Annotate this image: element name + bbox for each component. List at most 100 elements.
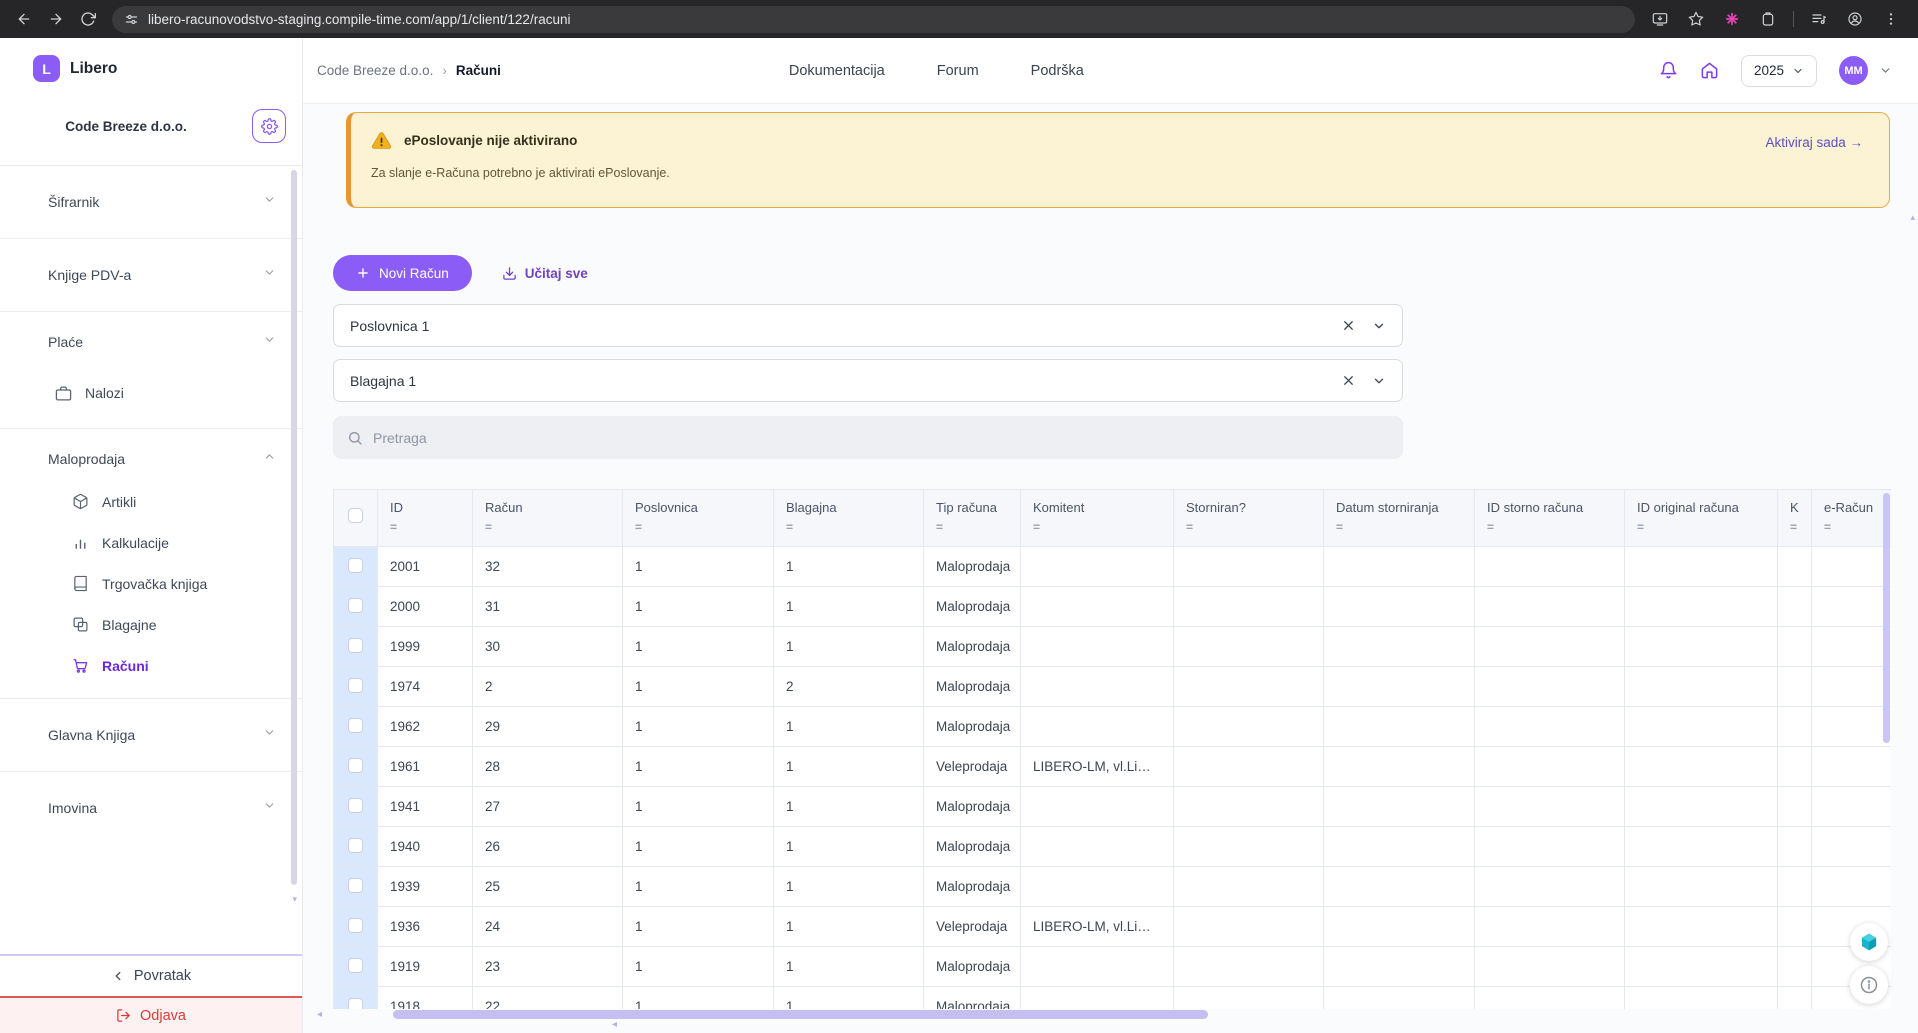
sidebar-scrollbar[interactable] (291, 170, 297, 885)
sidebar-scroll-down-icon[interactable]: ▾ (292, 894, 297, 905)
column-header-racun[interactable]: Račun= (473, 490, 623, 547)
row-checkbox[interactable] (348, 798, 363, 813)
sidebar-item-maloprodaja[interactable]: Maloprodaja (0, 429, 302, 481)
widget-gem-button[interactable] (1850, 923, 1888, 961)
column-header-k[interactable]: K= (1778, 490, 1812, 547)
install-app-icon[interactable] (1649, 8, 1671, 30)
sidebar-item-racuni[interactable]: Računi (0, 645, 302, 686)
browser-reload-button[interactable] (74, 5, 102, 33)
table-row[interactable]: 19612811VeleprodajaLIBERO-LM, vl.Li… (334, 747, 1892, 787)
clear-icon[interactable] (1341, 373, 1356, 388)
table-row[interactable]: 19182211Maloprodaja (334, 987, 1892, 1010)
filter-operator[interactable]: = (1033, 520, 1161, 534)
sidebar-item-blagajne[interactable]: Blagajne (0, 604, 302, 645)
filter-operator[interactable]: = (1186, 520, 1311, 534)
column-header-komitent[interactable]: Komitent= (1021, 490, 1174, 547)
address-bar[interactable]: libero-racunovodstvo-staging.compile-tim… (112, 6, 1635, 33)
column-header-tip-racuna[interactable]: Tip računa= (924, 490, 1021, 547)
year-selector[interactable]: 2025 (1741, 55, 1817, 87)
notifications-bell-icon[interactable] (1659, 61, 1678, 80)
scroll-left-icon[interactable]: ◂ (317, 1009, 322, 1020)
filter-operator[interactable]: = (1790, 520, 1799, 534)
company-settings-button[interactable] (252, 109, 286, 143)
filter-operator[interactable]: = (485, 520, 610, 534)
table-row[interactable]: 19622911Maloprodaja (334, 707, 1892, 747)
filter-operator[interactable]: = (936, 520, 1008, 534)
row-checkbox[interactable] (348, 918, 363, 933)
sidebar-item-glavna-knjiga[interactable]: Glavna Knjiga (0, 699, 302, 771)
search-input[interactable] (373, 430, 1389, 446)
row-checkbox[interactable] (348, 998, 363, 1010)
sidebar-item-kalkulacije[interactable]: Kalkulacije (0, 522, 302, 563)
column-header-poslovnica[interactable]: Poslovnica= (623, 490, 774, 547)
table-row[interactable]: 19392511Maloprodaja (334, 867, 1892, 907)
extension-pink-icon[interactable] (1721, 8, 1743, 30)
table-row[interactable]: 20013211Maloprodaja (334, 547, 1892, 587)
table-row[interactable]: 19412711Maloprodaja (334, 787, 1892, 827)
banner-activate-link[interactable]: Aktiviraj sada → (1765, 135, 1863, 150)
sidebar-item-sifrarnik[interactable]: Šifrarnik (0, 166, 302, 238)
table-vertical-scrollbar[interactable] (1883, 493, 1890, 743)
info-button[interactable] (1850, 966, 1888, 1004)
sidebar-item-imovina[interactable]: Imovina (0, 772, 302, 844)
bookmark-star-icon[interactable] (1685, 8, 1707, 30)
column-header-id[interactable]: ID= (378, 490, 473, 547)
avatar[interactable]: MM (1839, 56, 1868, 85)
table-row[interactable]: 1974212Maloprodaja (334, 667, 1892, 707)
column-header-blagajna[interactable]: Blagajna= (774, 490, 924, 547)
table-row[interactable]: 19993011Maloprodaja (334, 627, 1892, 667)
column-header-e-racun[interactable]: e-Račun= (1812, 490, 1892, 547)
row-checkbox[interactable] (348, 758, 363, 773)
browser-forward-button[interactable] (42, 5, 70, 33)
browser-profile-icon[interactable] (1844, 8, 1866, 30)
chevron-down-icon[interactable] (1372, 374, 1386, 388)
browser-menu-icon[interactable] (1880, 8, 1902, 30)
browser-back-button[interactable] (10, 5, 38, 33)
column-header-id-original-racuna[interactable]: ID original računa= (1625, 490, 1778, 547)
clear-icon[interactable] (1341, 318, 1356, 333)
load-all-button[interactable]: Učitaj sve (502, 266, 588, 281)
row-checkbox[interactable] (348, 598, 363, 613)
sidebar-item-nalozi[interactable]: Nalozi (0, 372, 302, 414)
row-checkbox[interactable] (348, 678, 363, 693)
filter-operator[interactable]: = (1336, 520, 1462, 534)
new-invoice-button[interactable]: Novi Račun (333, 255, 472, 291)
page-scroll-left-icon[interactable]: ◂ (612, 1019, 617, 1030)
sidebar-item-artikli[interactable]: Artikli (0, 481, 302, 522)
column-header-storniran[interactable]: Storniran?= (1174, 490, 1324, 547)
reading-list-icon[interactable] (1808, 8, 1830, 30)
filter-operator[interactable]: = (1637, 520, 1765, 534)
extensions-icon[interactable] (1757, 8, 1779, 30)
horizontal-scrollbar-thumb[interactable] (393, 1010, 1208, 1019)
row-checkbox[interactable] (348, 718, 363, 733)
logout-button[interactable]: Odjava (0, 996, 302, 1033)
row-checkbox[interactable] (348, 838, 363, 853)
row-checkbox[interactable] (348, 958, 363, 973)
page-scroll-up-icon[interactable]: ▴ (1910, 212, 1915, 223)
filter-operator[interactable]: = (390, 520, 460, 534)
table-row[interactable]: 19192311Maloprodaja (334, 947, 1892, 987)
row-checkbox[interactable] (348, 638, 363, 653)
branch-select[interactable]: Poslovnica 1 (333, 304, 1403, 347)
column-header-datum-storniranja[interactable]: Datum storniranja= (1324, 490, 1475, 547)
filter-operator[interactable]: = (1824, 520, 1879, 534)
sidebar-item-place[interactable]: Plaće (0, 312, 302, 372)
back-button[interactable]: Povratak (0, 956, 302, 996)
table-row[interactable]: 19362411VeleprodajaLIBERO-LM, vl.Li… (334, 907, 1892, 947)
row-checkbox[interactable] (348, 558, 363, 573)
sidebar-item-knjige-pdv[interactable]: Knjige PDV-a (0, 239, 302, 311)
filter-operator[interactable]: = (635, 520, 761, 534)
nav-podrska[interactable]: Podrška (1031, 63, 1084, 79)
table-row[interactable]: 19402611Maloprodaja (334, 827, 1892, 867)
url-text[interactable]: libero-racunovodstvo-staging.compile-tim… (148, 12, 570, 27)
row-checkbox[interactable] (348, 878, 363, 893)
nav-forum[interactable]: Forum (937, 63, 979, 79)
table-row[interactable]: 20003111Maloprodaja (334, 587, 1892, 627)
user-menu[interactable]: MM (1839, 56, 1892, 85)
register-select[interactable]: Blagajna 1 (333, 359, 1403, 402)
column-header-id-storno-racuna[interactable]: ID storno računa= (1475, 490, 1625, 547)
home-icon[interactable] (1700, 61, 1719, 80)
breadcrumb-company[interactable]: Code Breeze d.o.o. (317, 63, 433, 78)
nav-dokumentacija[interactable]: Dokumentacija (789, 63, 885, 79)
chevron-down-icon[interactable] (1372, 319, 1386, 333)
